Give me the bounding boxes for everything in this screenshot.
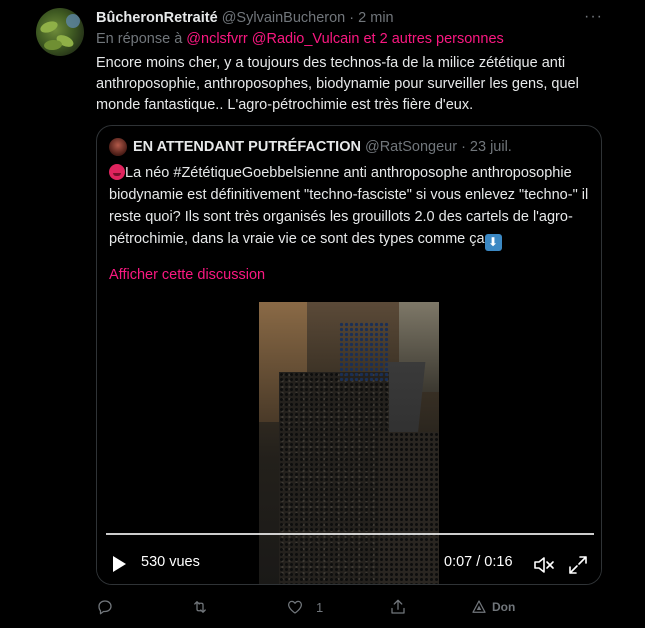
retweet-button[interactable] [191,598,221,616]
video-progress-bar[interactable] [106,533,594,535]
separator-dot: · [349,10,355,26]
author-handle[interactable]: @SylvainBucheron [222,10,346,26]
tip-label: Don [492,600,516,614]
video-police-line [339,322,389,382]
tweet-text: Encore moins cher, y a toujours des tech… [96,55,579,113]
show-thread-link[interactable]: Afficher cette discussion [109,267,265,283]
quote-text: La néo #ZététiqueGoebbelsienne anti anth… [109,162,597,251]
avatar-leaf [43,39,63,51]
tip-icon [472,600,486,613]
author-avatar[interactable] [36,8,84,56]
reply-context: En réponse à @nclsfvrr @Radio_Vulcain et… [96,31,504,47]
video-crowd [379,432,439,584]
more-options-icon[interactable]: ··· [584,8,603,26]
avatar-sky [66,14,80,28]
down-arrow-icon: ⬇ [484,234,502,251]
retweet-icon [194,601,206,613]
video-views: 530 vues [141,554,200,570]
share-button[interactable] [389,598,407,616]
like-button[interactable]: 1 [286,598,323,616]
reply-prefix: En réponse à [96,31,187,47]
author-name[interactable]: BûcheronRetraité [96,10,218,26]
quote-time: 23 juil. [469,139,512,155]
video-time: 0:07 / 0:16 [444,554,513,570]
avatar-leaf [38,19,60,35]
reply-icon [98,600,112,615]
quote-author-name: EN ATTENDANT PUTRÉFACTION [133,139,361,155]
fullscreen-icon[interactable] [567,554,589,576]
quote-avatar [109,138,127,156]
tweet-time[interactable]: 2 min [358,10,393,26]
quote-header: EN ATTENDANT PUTRÉFACTION @RatSongeur · … [109,138,516,156]
video-crowd [279,372,389,584]
share-icon [391,599,405,614]
reply-mentions-link[interactable]: @nclsfvrr @Radio_Vulcain [186,31,359,47]
quoted-tweet[interactable]: EN ATTENDANT PUTRÉFACTION @RatSongeur · … [96,125,602,585]
play-icon[interactable] [113,556,126,572]
like-count: 1 [316,599,324,615]
video-player[interactable]: 530 vues 0:07 / 0:16 [97,298,601,584]
tweet-actions: 1 Don [96,598,556,618]
video-frame [259,302,439,584]
reply-others-link[interactable]: et 2 autres personnes [359,31,503,47]
tip-button[interactable]: Don [470,598,515,616]
heart-icon [287,600,303,614]
tweet-header: BûcheronRetraité @SylvainBucheron · 2 mi… [96,10,394,26]
tweet[interactable]: BûcheronRetraité @SylvainBucheron · 2 mi… [0,0,645,628]
separator-dot: · [461,139,466,155]
quote-text-body: La néo #ZététiqueGoebbelsienne anti anth… [109,165,589,247]
quote-author-handle: @RatSongeur [364,139,458,155]
mute-icon[interactable] [533,555,555,575]
angry-face-icon [109,164,125,180]
reply-button[interactable] [96,598,126,616]
